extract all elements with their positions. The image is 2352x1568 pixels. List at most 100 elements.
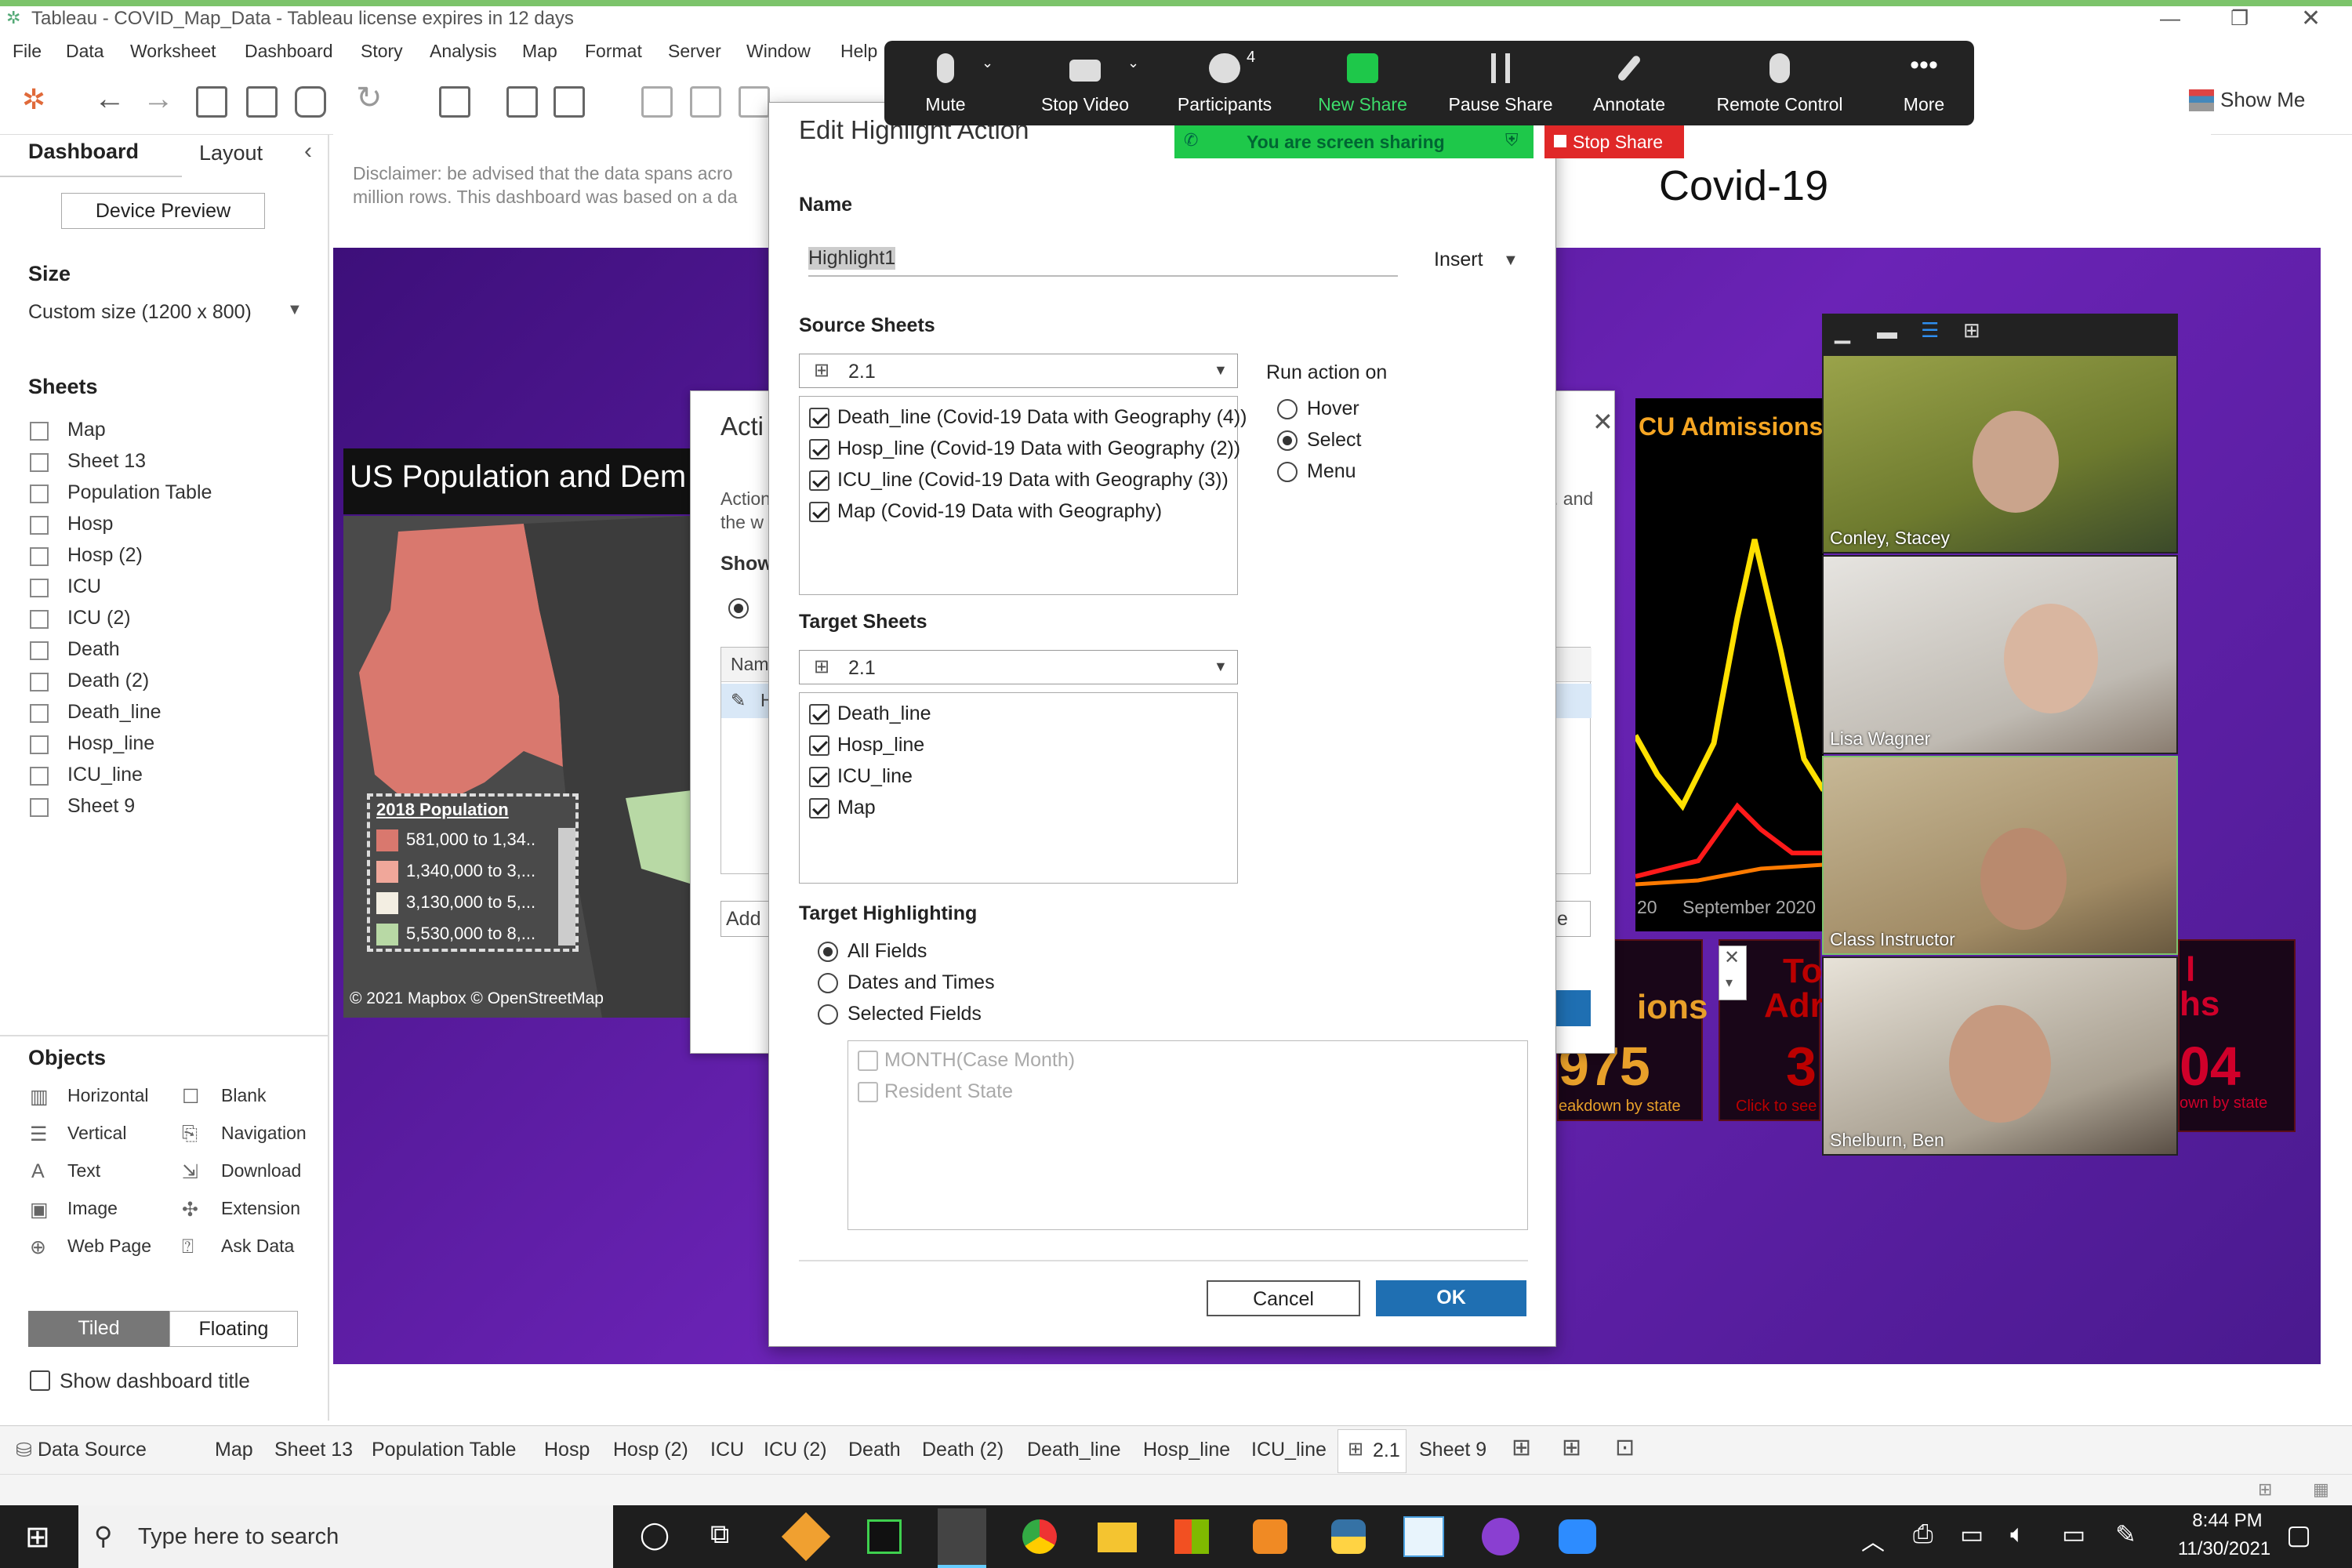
- source-item[interactable]: Hosp_line (Covid-19 Data with Geography …: [837, 437, 1240, 460]
- target-item[interactable]: ICU_line: [837, 765, 913, 788]
- filmstrip-icon[interactable]: ▦: [2313, 1479, 2329, 1500]
- close-window-icon[interactable]: ✕: [2301, 5, 2321, 32]
- sheet-item-icu2[interactable]: ICU (2): [67, 607, 131, 630]
- tab-data-source[interactable]: Data Source: [38, 1439, 147, 1461]
- participant-video[interactable]: Conley, Stacey: [1822, 354, 2178, 554]
- target-sheets-combo[interactable]: ⊞ 2.1 ▼: [799, 650, 1238, 684]
- minimize-gallery-icon[interactable]: ▁: [1835, 320, 1850, 344]
- task-view-icon[interactable]: ⧉: [710, 1519, 729, 1550]
- tab-active-2-1[interactable]: ⊞ 2.1: [1338, 1429, 1406, 1473]
- population-legend[interactable]: 2018 Population 581,000 to 1,34.. 1,340,…: [367, 793, 579, 952]
- tab-icu[interactable]: ICU: [710, 1439, 744, 1461]
- source-sheets-combo[interactable]: ⊞ 2.1 ▼: [799, 354, 1238, 388]
- all-fields-radio[interactable]: [818, 942, 838, 962]
- tab-death-line[interactable]: Death_line: [1027, 1439, 1121, 1461]
- datasource-icon[interactable]: [295, 86, 326, 118]
- size-select[interactable]: Custom size (1200 x 800): [28, 301, 252, 324]
- more-options-icon[interactable]: ▾: [1726, 975, 1733, 991]
- participant-video[interactable]: Shelburn, Ben: [1822, 956, 2178, 1156]
- clear-sheet-icon[interactable]: [554, 86, 585, 118]
- object-navigation[interactable]: Navigation: [221, 1123, 307, 1144]
- floating-toggle[interactable]: Floating: [169, 1311, 298, 1347]
- source-item[interactable]: ICU_line (Covid-19 Data with Geography (…: [837, 469, 1229, 492]
- participants-button[interactable]: Participants: [1178, 94, 1272, 115]
- object-web-page[interactable]: Web Page: [67, 1236, 151, 1257]
- swap-icon[interactable]: [641, 86, 673, 118]
- clock-time[interactable]: 8:44 PM: [2176, 1510, 2278, 1532]
- remove-icon[interactable]: ✕: [1724, 946, 1740, 969]
- object-extension[interactable]: Extension: [221, 1198, 300, 1219]
- app-icon-active[interactable]: [938, 1508, 986, 1568]
- legend-item[interactable]: 1,340,000 to 3,...: [406, 861, 535, 881]
- more-button[interactable]: More: [1904, 94, 1944, 115]
- menu-window[interactable]: Window: [746, 41, 811, 62]
- actions-ok-button[interactable]: [1553, 990, 1591, 1026]
- tableau-home-icon[interactable]: ✲: [22, 83, 45, 116]
- pen-icon[interactable]: ✎: [2115, 1519, 2136, 1549]
- mute-button[interactable]: Mute: [925, 94, 965, 115]
- dates-times-radio[interactable]: [818, 973, 838, 993]
- stop-share-button[interactable]: Stop Share: [1544, 125, 1684, 158]
- actions-button-fragment[interactable]: e: [1553, 901, 1591, 937]
- series-line[interactable]: [1635, 539, 1824, 811]
- meet-now-icon[interactable]: ⎙: [1913, 1519, 1933, 1549]
- target-item[interactable]: Hosp_line: [837, 734, 924, 757]
- tab-death2[interactable]: Death (2): [922, 1439, 1004, 1461]
- menu-dashboard[interactable]: Dashboard: [245, 41, 333, 62]
- population-map[interactable]: 2018 Population 581,000 to 1,34.. 1,340,…: [343, 516, 692, 1018]
- menu-format[interactable]: Format: [585, 41, 642, 62]
- new-dashboard-tab-icon[interactable]: ⊞: [1562, 1434, 1581, 1461]
- legend-item[interactable]: 5,530,000 to 8,...: [406, 924, 535, 944]
- save-icon[interactable]: [196, 86, 227, 118]
- new-datasource-icon[interactable]: [246, 86, 278, 118]
- sheet-item-hosp[interactable]: Hosp: [67, 513, 113, 535]
- icu-chart[interactable]: CU Admissions, 20 September 2020: [1635, 398, 1830, 931]
- sheet-item-death2[interactable]: Death (2): [67, 670, 149, 692]
- restore-icon[interactable]: ❐: [2230, 6, 2249, 31]
- collapse-panel-icon[interactable]: ‹: [304, 138, 312, 165]
- source-item[interactable]: Map (Covid-19 Data with Geography): [837, 500, 1162, 523]
- cancel-button[interactable]: Cancel: [1207, 1280, 1360, 1316]
- tab-icu-line[interactable]: ICU_line: [1251, 1439, 1327, 1461]
- annotate-button[interactable]: Annotate: [1593, 94, 1665, 115]
- legend-scrollbar[interactable]: [558, 828, 575, 946]
- new-story-tab-icon[interactable]: ⊡: [1615, 1434, 1635, 1461]
- selected-fields-radio[interactable]: [818, 1004, 838, 1025]
- tab-sheet13[interactable]: Sheet 13: [274, 1439, 353, 1461]
- speaker-view-icon[interactable]: ▬: [1877, 320, 1897, 344]
- app-icon-pycharm[interactable]: [867, 1519, 902, 1554]
- chevron-down-icon[interactable]: ⌄: [1127, 55, 1139, 71]
- menu-worksheet[interactable]: Worksheet: [130, 41, 216, 62]
- menu-map[interactable]: Map: [522, 41, 557, 62]
- new-share-button[interactable]: New Share: [1318, 94, 1407, 115]
- source-checkbox[interactable]: [809, 408, 829, 428]
- menu-story[interactable]: Story: [361, 41, 403, 62]
- device-preview-button[interactable]: Device Preview: [61, 193, 265, 229]
- run-option-hover[interactable]: Hover: [1307, 397, 1359, 420]
- new-worksheet-tab-icon[interactable]: ⊞: [1512, 1434, 1531, 1461]
- tab-layout[interactable]: Layout: [199, 141, 263, 165]
- sheet-item-icu-line[interactable]: ICU_line: [67, 764, 143, 786]
- chevron-down-icon[interactable]: ▼: [1214, 362, 1228, 379]
- add-action-button[interactable]: Add: [720, 901, 775, 937]
- chevron-down-icon[interactable]: ▼: [287, 301, 303, 319]
- duplicate-sheet-icon[interactable]: [506, 86, 538, 118]
- app-icon-media[interactable]: [1253, 1519, 1287, 1554]
- show-me-button[interactable]: Show Me: [2220, 88, 2305, 112]
- source-checkbox[interactable]: [809, 502, 829, 522]
- run-hover-radio[interactable]: [1277, 399, 1298, 419]
- show-actions-radio[interactable]: [728, 598, 749, 619]
- sheet-item-sheet9[interactable]: Sheet 9: [67, 795, 135, 818]
- col-header-name[interactable]: Nam: [731, 654, 769, 675]
- close-icon[interactable]: ✕: [1592, 407, 1613, 437]
- insert-menu[interactable]: Insert: [1434, 249, 1483, 271]
- target-checkbox[interactable]: [809, 704, 829, 724]
- minimize-icon[interactable]: —: [2160, 6, 2180, 31]
- app-icon-store[interactable]: [1174, 1519, 1209, 1554]
- target-checkbox[interactable]: [809, 767, 829, 787]
- highlight-option-dates[interactable]: Dates and Times: [848, 971, 995, 994]
- tab-hosp2[interactable]: Hosp (2): [613, 1439, 688, 1461]
- new-worksheet-icon[interactable]: [439, 86, 470, 118]
- tiled-toggle[interactable]: Tiled: [28, 1311, 169, 1347]
- highlight-option-selected[interactable]: Selected Fields: [848, 1003, 982, 1025]
